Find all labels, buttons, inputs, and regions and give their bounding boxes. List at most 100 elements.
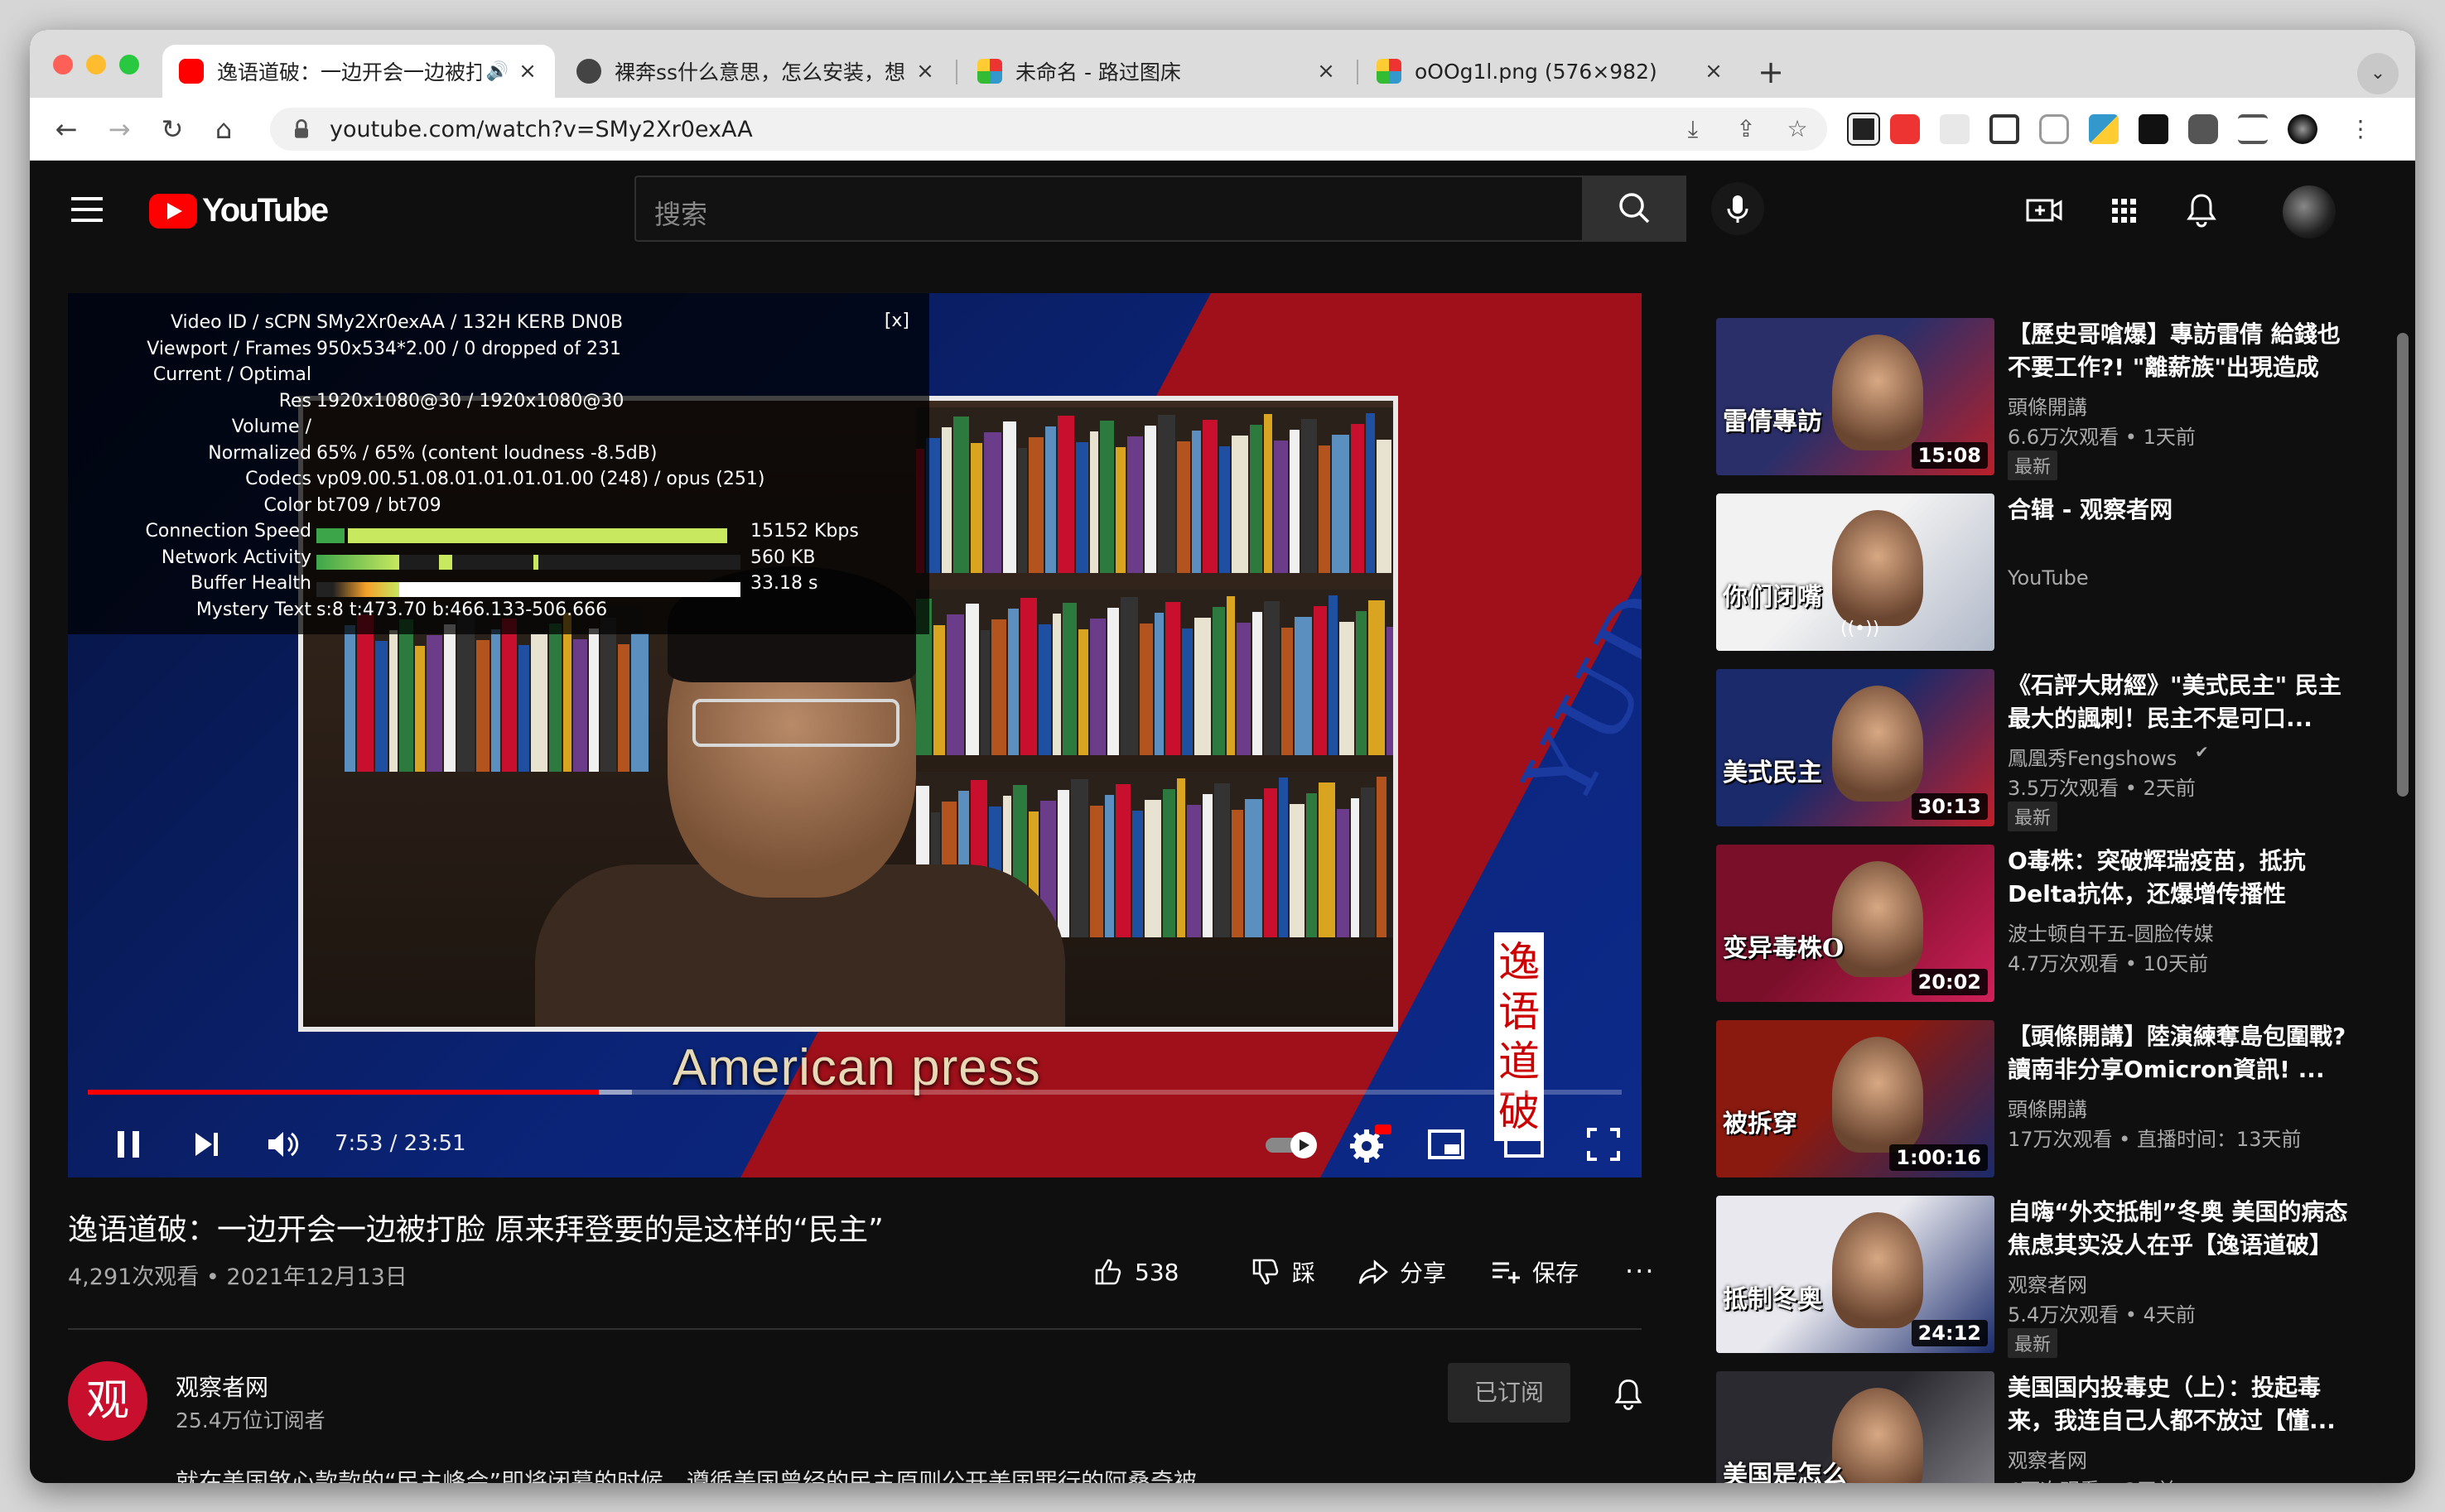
recommended-video[interactable]: 美式民主 30:13 《石評大財經》"美式民主" 民主最大的諷刺！民主不是可口...… xyxy=(1716,669,2404,831)
recommended-channel[interactable]: 鳳凰秀Fengshows xyxy=(2008,742,2177,771)
channel-avatar[interactable]: 观 xyxy=(68,1361,147,1441)
recommended-video[interactable]: 变异毒株O 20:02 O毒株：突破辉瑞疫苗，抵抗Delta抗体，还爆增传播性波士顿… xyxy=(1716,845,2404,1007)
recommended-channel[interactable]: 观察者网 xyxy=(2008,1444,2087,1473)
browser-menu-icon[interactable]: ⋮ xyxy=(2341,109,2380,149)
book-spine xyxy=(1090,619,1106,755)
like-button[interactable]: 538 xyxy=(1092,1255,1179,1288)
more-actions-icon[interactable]: ··· xyxy=(1625,1255,1656,1287)
recommended-channel[interactable]: YouTube xyxy=(2008,566,2089,590)
book-spine xyxy=(1194,618,1211,755)
apps-grid-icon[interactable] xyxy=(2102,189,2145,232)
install-app-icon[interactable]: ⤓ xyxy=(1678,114,1708,144)
fullscreen-icon[interactable] xyxy=(1580,1121,1627,1168)
recommended-video[interactable]: 美国是怎么10:37美国国内投毒史（上）：投起毒来，我连自己人都不放过【懂...… xyxy=(1716,1371,2404,1483)
account-avatar[interactable] xyxy=(2283,185,2336,238)
page-scrollbar[interactable] xyxy=(2397,333,2409,797)
close-tab-icon[interactable]: × xyxy=(517,59,538,84)
miniplayer-icon[interactable] xyxy=(1423,1121,1469,1168)
channel-name[interactable]: 观察者网 xyxy=(176,1370,268,1403)
video-thumbnail[interactable]: 变异毒株O 20:02 xyxy=(1716,845,1994,1002)
zoom-window-button[interactable] xyxy=(119,55,139,75)
new-tab-button[interactable]: + xyxy=(1753,55,1789,91)
recommended-channel[interactable]: 观察者网 xyxy=(2008,1269,2087,1298)
forward-button[interactable]: → xyxy=(99,109,139,149)
extension-square-icon[interactable] xyxy=(1847,113,1880,146)
video-progress-bar[interactable] xyxy=(88,1090,1622,1095)
recommended-video[interactable]: 被拆穿 1:00:16 【頭條開講】陸演練奪島包圍戰? 讀南非分享Omicron資訊… xyxy=(1716,1020,2404,1182)
home-button[interactable]: ⌂ xyxy=(204,109,244,149)
close-window-button[interactable] xyxy=(53,55,73,75)
recommended-video[interactable]: 你们闭嘴 ((•)) 合辑 - 观察者网 YouTube xyxy=(1716,494,2404,656)
book-spine xyxy=(1232,810,1243,937)
menu-icon[interactable] xyxy=(71,197,103,222)
search-button[interactable] xyxy=(1582,176,1686,242)
recommended-title[interactable]: 合辑 - 观察者网 xyxy=(2008,494,2356,527)
recommended-title[interactable]: 自嗨“外交抵制”冬奥 美国的病态焦虑其实没人在乎【逸语道破】 xyxy=(2008,1196,2356,1262)
address-bar[interactable]: youtube.com/watch?v=SMy2Xr0exAA ⤓ ⇪ ☆ xyxy=(270,108,1827,151)
video-thumbnail[interactable]: 美国是怎么10:37 xyxy=(1716,1371,1994,1483)
tab-imgbed[interactable]: 未命名 - 路过图床 × xyxy=(961,45,1353,98)
extension-u-icon[interactable] xyxy=(2139,114,2168,144)
recommended-channel[interactable]: 波士顿自干五-圆脸传媒 xyxy=(2008,917,2214,946)
recommended-title[interactable]: 【歷史哥嗆爆】專訪雷倩 給錢也不要工作?! "離薪族"出現造成美... xyxy=(2008,318,2356,384)
recommended-video[interactable]: 抵制冬奥 24:12 自嗨“外交抵制”冬奥 美国的病态焦虑其实没人在乎【逸语道破】观… xyxy=(1716,1196,2404,1358)
reload-button[interactable]: ↻ xyxy=(152,109,192,149)
audio-playing-icon[interactable]: 🔊 xyxy=(486,61,509,82)
notifications-bell-icon[interactable] xyxy=(2180,189,2223,232)
close-tab-icon[interactable]: × xyxy=(914,59,936,84)
recommended-video[interactable]: 雷倩專訪 15:08 【歷史哥嗆爆】專訪雷倩 給錢也不要工作?! "離薪族"出現造成… xyxy=(1716,318,2404,480)
show-logo-sign: 逸语道破 xyxy=(1494,932,1544,1141)
video-description[interactable]: 就在美国煞心款款的“民主峰会”即将闭幕的时候，遵循美国曾经的民主原则公开美国罪行… xyxy=(176,1464,1197,1483)
picture-in-picture-icon[interactable] xyxy=(1989,114,2019,144)
pocket-icon[interactable] xyxy=(2039,114,2069,144)
book-spine xyxy=(1232,436,1248,573)
recommended-channel[interactable]: 頭條開講 xyxy=(2008,391,2087,420)
video-thumbnail[interactable]: 抵制冬奥 24:12 xyxy=(1716,1196,1994,1353)
subscribed-button[interactable]: 已订阅 xyxy=(1448,1363,1570,1423)
create-video-icon[interactable] xyxy=(2023,189,2066,232)
close-tab-icon[interactable]: × xyxy=(1703,59,1724,84)
video-thumbnail[interactable]: 美式民主 30:13 xyxy=(1716,669,1994,826)
tab-search-button[interactable]: ⌄ xyxy=(2357,53,2399,94)
pause-button[interactable] xyxy=(106,1121,152,1168)
theater-mode-icon[interactable] xyxy=(1501,1121,1547,1168)
youtube-logo[interactable]: YouTube xyxy=(149,192,329,229)
settings-gear-icon[interactable] xyxy=(1343,1121,1393,1168)
recommended-title[interactable]: O毒株：突破辉瑞疫苗，抵抗Delta抗体，还爆增传播性 xyxy=(2008,845,2356,911)
book-spine xyxy=(589,628,599,772)
recommended-title[interactable]: 美国国内投毒史（上）：投起毒来，我连自己人都不放过【懂... xyxy=(2008,1371,2356,1437)
minimize-window-button[interactable] xyxy=(86,55,106,75)
video-thumbnail[interactable]: 被拆穿 1:00:16 xyxy=(1716,1020,1994,1177)
autoplay-toggle[interactable] xyxy=(1261,1121,1322,1168)
search-input[interactable]: 搜索 xyxy=(634,176,1584,242)
next-video-button[interactable] xyxy=(184,1121,230,1168)
extensions-puzzle-icon[interactable] xyxy=(2188,114,2218,144)
dislike-button[interactable]: 踩 xyxy=(1249,1255,1315,1288)
extension-colorful-icon[interactable] xyxy=(2089,114,2119,144)
tab-youtube[interactable]: 逸语道破：一边开会一边被打脸 🔊 × xyxy=(162,45,555,98)
bookmark-star-icon[interactable]: ☆ xyxy=(1782,114,1812,144)
voice-search-button[interactable] xyxy=(1711,182,1764,235)
back-button[interactable]: ← xyxy=(46,109,86,149)
share-icon[interactable]: ⇪ xyxy=(1731,114,1761,144)
volume-icon[interactable] xyxy=(260,1121,306,1168)
extension-lock-icon[interactable] xyxy=(1890,114,1920,144)
save-button[interactable]: 保存 xyxy=(1489,1255,1579,1288)
profile-avatar[interactable] xyxy=(2288,114,2317,144)
recommended-title[interactable]: 《石評大財經》"美式民主" 民主最大的諷刺！民主不是可口... xyxy=(2008,669,2356,735)
extension-v-icon[interactable] xyxy=(1940,114,1970,144)
tab-png[interactable]: oOOg1l.png (576×982) × xyxy=(1360,45,1741,98)
recommended-channel[interactable]: 頭條開講 xyxy=(2008,1093,2087,1122)
close-tab-icon[interactable]: × xyxy=(1315,59,1337,84)
book-spine xyxy=(476,640,489,772)
tab-ss[interactable]: 裸奔ss什么意思，怎么安装，想 × xyxy=(560,45,952,98)
reading-list-icon[interactable] xyxy=(2238,114,2268,144)
video-thumbnail[interactable]: 你们闭嘴 ((•)) xyxy=(1716,494,1994,651)
thumbs-up-icon xyxy=(1095,1259,1121,1285)
recommended-title[interactable]: 【頭條開講】陸演練奪島包圍戰? 讀南非分享Omicron資訊! ... xyxy=(2008,1020,2356,1086)
video-player[interactable]: YUDAOPO American press 逸语道破 [x] Video ID… xyxy=(68,293,1642,1177)
share-button[interactable]: 分享 xyxy=(1357,1255,1446,1288)
video-thumbnail[interactable]: 雷倩專訪 15:08 xyxy=(1716,318,1994,475)
book-spine xyxy=(1100,421,1114,573)
channel-notification-bell-icon[interactable] xyxy=(1608,1375,1648,1414)
